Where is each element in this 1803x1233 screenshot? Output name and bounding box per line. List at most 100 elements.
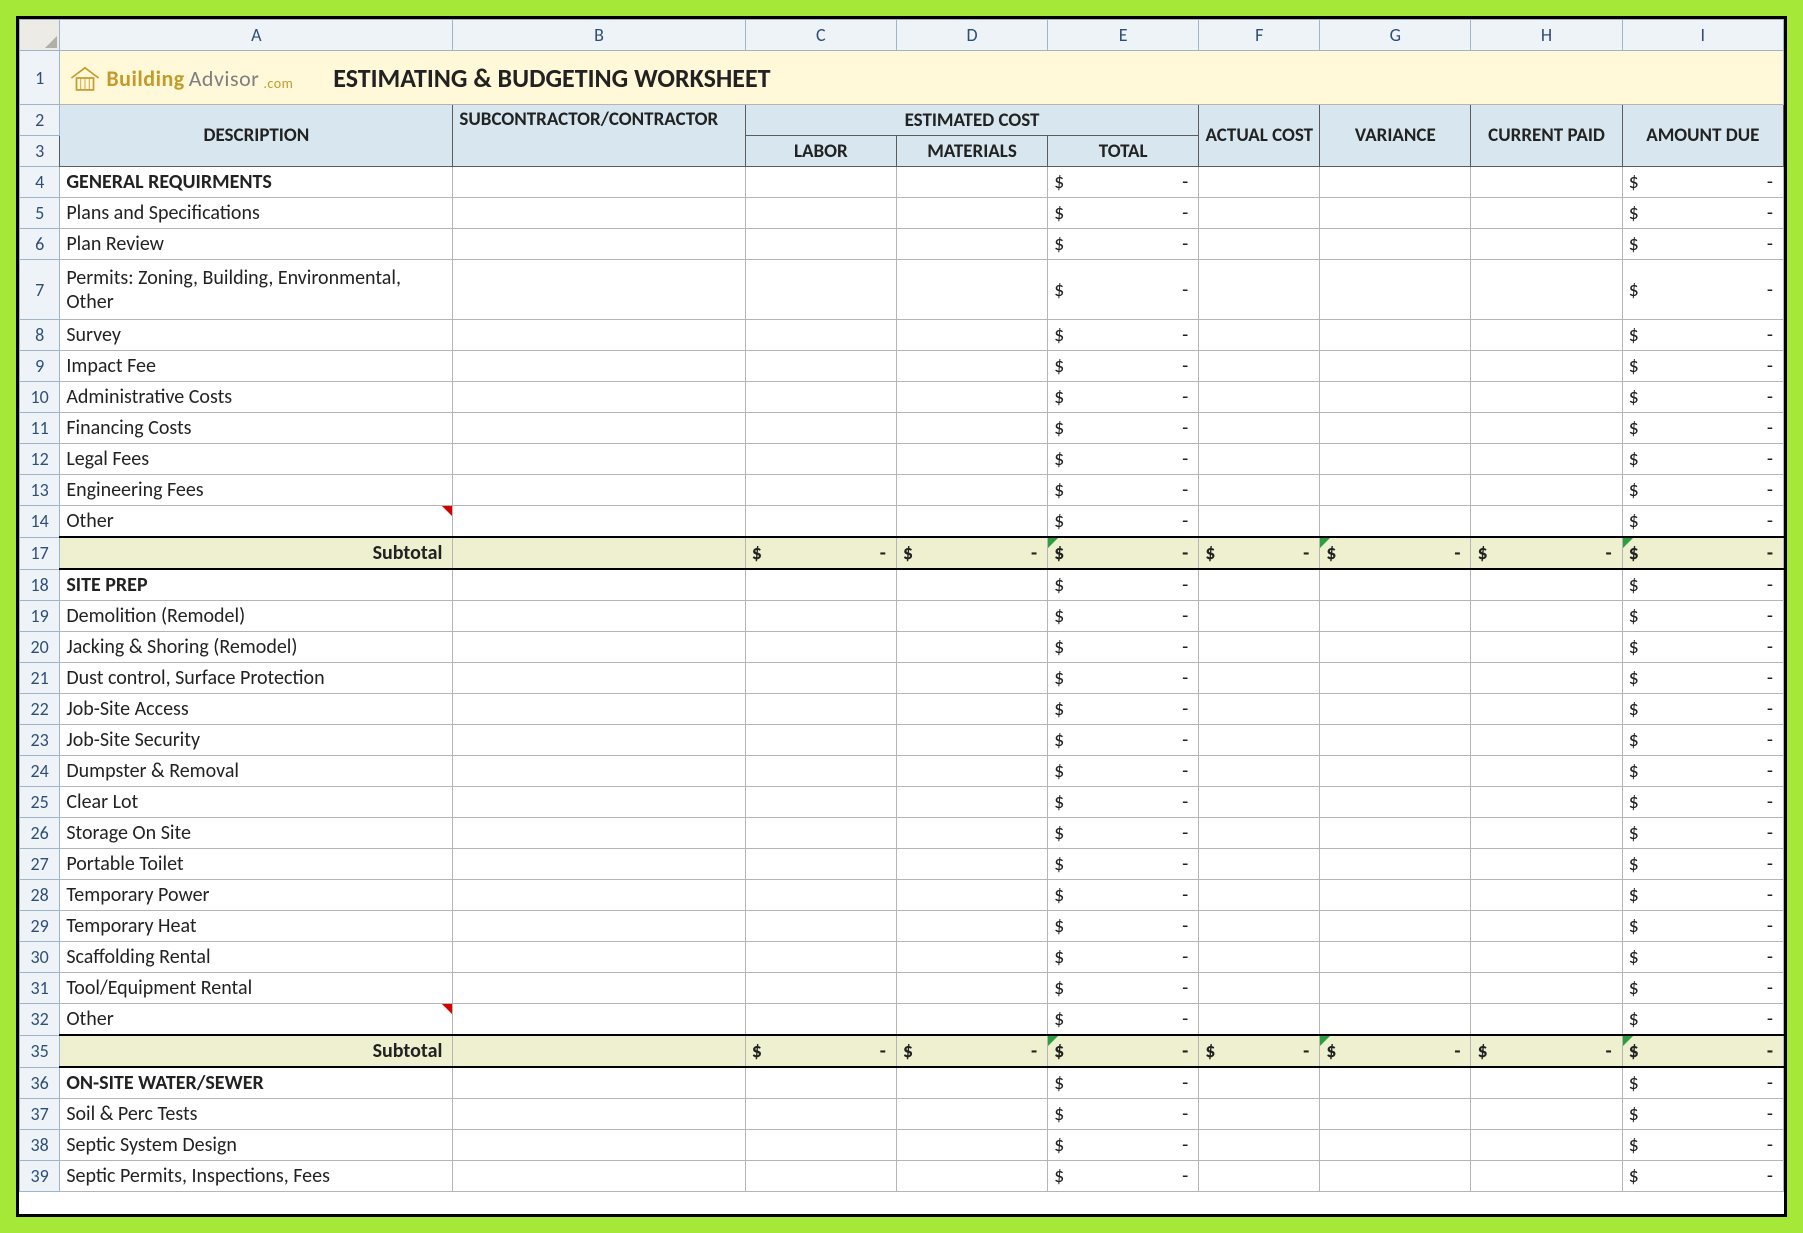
money-cell[interactable]: $- (1048, 973, 1199, 1004)
money-cell[interactable]: $- (1622, 787, 1783, 818)
row-header-8[interactable]: 8 (20, 320, 60, 351)
cell[interactable] (896, 506, 1047, 538)
cell[interactable] (1199, 229, 1320, 260)
money-cell[interactable]: $- (1622, 1035, 1783, 1067)
col-header-C[interactable]: C (745, 20, 896, 51)
cell[interactable] (745, 1099, 896, 1130)
cell[interactable] (1199, 973, 1320, 1004)
cell[interactable] (1471, 198, 1622, 229)
cell[interactable] (1320, 1099, 1471, 1130)
row-header-1[interactable]: 1 (20, 51, 60, 105)
cell[interactable] (896, 1067, 1047, 1099)
money-cell[interactable]: $- (1048, 1035, 1199, 1067)
money-cell[interactable]: $- (1622, 506, 1783, 538)
cell[interactable] (1320, 1067, 1471, 1099)
row-header-10[interactable]: 10 (20, 382, 60, 413)
money-cell[interactable]: $- (1622, 1130, 1783, 1161)
section-header[interactable]: ON-SITE WATER/SEWER (60, 1067, 453, 1099)
cell[interactable] (1199, 632, 1320, 663)
cell[interactable] (745, 973, 896, 1004)
cell[interactable] (745, 413, 896, 444)
header-materials[interactable]: MATERIALS (896, 136, 1047, 167)
money-cell[interactable]: $- (1622, 849, 1783, 880)
header-current-paid[interactable]: CURRENT PAID (1471, 105, 1622, 167)
col-header-H[interactable]: H (1471, 20, 1622, 51)
cell[interactable] (745, 260, 896, 320)
description-cell[interactable]: Job-Site Security (60, 725, 453, 756)
row-header-26[interactable]: 26 (20, 818, 60, 849)
cell[interactable] (1471, 1067, 1622, 1099)
row-header-36[interactable]: 36 (20, 1067, 60, 1099)
cell[interactable] (453, 663, 745, 694)
description-cell[interactable]: Jacking & Shoring (Remodel) (60, 632, 453, 663)
cell[interactable] (745, 351, 896, 382)
cell[interactable] (745, 849, 896, 880)
cell[interactable] (1320, 632, 1471, 663)
money-cell[interactable]: $- (1622, 911, 1783, 942)
money-cell[interactable]: $- (1622, 1099, 1783, 1130)
subtotal-label[interactable]: Subtotal (60, 537, 453, 569)
money-cell[interactable]: $- (1048, 382, 1199, 413)
row-header-25[interactable]: 25 (20, 787, 60, 818)
col-header-B[interactable]: B (453, 20, 745, 51)
cell[interactable] (1471, 663, 1622, 694)
cell[interactable] (1320, 911, 1471, 942)
header-labor[interactable]: LABOR (745, 136, 896, 167)
description-cell[interactable]: Soil & Perc Tests (60, 1099, 453, 1130)
cell[interactable] (745, 382, 896, 413)
cell[interactable] (453, 167, 745, 198)
cell[interactable] (1199, 663, 1320, 694)
row-header-24[interactable]: 24 (20, 756, 60, 787)
money-cell[interactable]: $- (1048, 942, 1199, 973)
cell[interactable] (1199, 725, 1320, 756)
cell[interactable] (745, 229, 896, 260)
cell[interactable] (896, 475, 1047, 506)
cell[interactable] (1320, 569, 1471, 601)
description-cell[interactable]: Job-Site Access (60, 694, 453, 725)
cell[interactable] (1320, 787, 1471, 818)
cell[interactable] (1320, 942, 1471, 973)
cell[interactable] (1199, 1130, 1320, 1161)
cell[interactable] (453, 694, 745, 725)
cell[interactable] (453, 475, 745, 506)
cell[interactable] (1320, 351, 1471, 382)
row-header-7[interactable]: 7 (20, 260, 60, 320)
cell[interactable] (1320, 973, 1471, 1004)
header-amount-due[interactable]: AMOUNT DUE (1622, 105, 1783, 167)
cell[interactable] (745, 911, 896, 942)
subtotal-label[interactable]: Subtotal (60, 1035, 453, 1067)
money-cell[interactable]: $- (1048, 725, 1199, 756)
cell[interactable] (745, 506, 896, 538)
money-cell[interactable]: $- (1048, 880, 1199, 911)
money-cell[interactable]: $- (1622, 351, 1783, 382)
money-cell[interactable]: $- (1622, 320, 1783, 351)
cell[interactable] (896, 167, 1047, 198)
description-cell[interactable]: Temporary Heat (60, 911, 453, 942)
cell[interactable] (453, 725, 745, 756)
description-cell[interactable]: Financing Costs (60, 413, 453, 444)
cell[interactable] (1199, 849, 1320, 880)
cell[interactable] (1199, 756, 1320, 787)
description-cell[interactable]: Portable Toilet (60, 849, 453, 880)
money-cell[interactable]: $- (1622, 475, 1783, 506)
cell[interactable] (1320, 382, 1471, 413)
cell[interactable] (896, 787, 1047, 818)
cell[interactable] (745, 198, 896, 229)
cell[interactable] (745, 663, 896, 694)
money-cell[interactable]: $- (1048, 694, 1199, 725)
money-cell[interactable]: $- (1622, 725, 1783, 756)
cell[interactable] (745, 942, 896, 973)
cell[interactable] (1199, 818, 1320, 849)
money-cell[interactable]: $- (1622, 1067, 1783, 1099)
money-cell[interactable]: $- (1622, 880, 1783, 911)
money-cell[interactable]: $- (1048, 1161, 1199, 1192)
cell[interactable] (745, 818, 896, 849)
cell[interactable] (745, 569, 896, 601)
description-cell[interactable]: Legal Fees (60, 444, 453, 475)
cell[interactable] (1471, 694, 1622, 725)
cell[interactable] (1320, 880, 1471, 911)
row-header-27[interactable]: 27 (20, 849, 60, 880)
money-cell[interactable]: $- (1048, 260, 1199, 320)
money-cell[interactable]: $- (1622, 569, 1783, 601)
cell[interactable] (1471, 911, 1622, 942)
